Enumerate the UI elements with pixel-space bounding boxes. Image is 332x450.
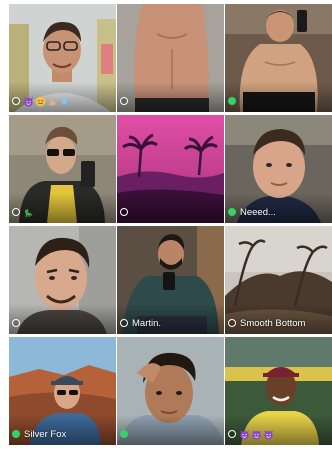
smiling-face-icon: [35, 96, 46, 107]
devil-face-icon: [239, 429, 250, 440]
profile-tile[interactable]: Martin.: [117, 226, 224, 334]
profile-caption: [12, 94, 70, 108]
caption-shade: [225, 82, 332, 112]
online-status-icon: [228, 97, 236, 105]
profile-caption: Martin.: [120, 316, 161, 330]
offline-status-icon: [228, 430, 236, 438]
profile-caption: Silver Fox: [12, 427, 66, 441]
profile-tile[interactable]: [9, 226, 116, 334]
profile-caption: [12, 205, 34, 219]
profile-tile[interactable]: Smooth Bottom: [225, 226, 332, 334]
online-status-icon: [228, 208, 236, 216]
profile-tile[interactable]: [225, 337, 332, 445]
profile-tile[interactable]: [9, 115, 116, 223]
profile-tile[interactable]: [117, 115, 224, 223]
splash-icon: [59, 96, 70, 107]
profile-display-name: Martin.: [132, 317, 162, 329]
caption-shade: [117, 193, 224, 223]
emoji-row: [23, 96, 70, 107]
caption-shade: [9, 304, 116, 334]
emoji-row: [23, 207, 34, 218]
devil-face-icon: [251, 429, 262, 440]
profile-tile[interactable]: Silver Fox: [9, 337, 116, 445]
offline-status-icon: [120, 319, 128, 327]
offline-status-icon: [12, 97, 20, 105]
profile-grid: Neeed... Martin. Smooth Bottom Silver Fo…: [9, 4, 332, 445]
caption-shade: [117, 415, 224, 445]
profile-display-name: Silver Fox: [24, 428, 67, 440]
profile-tile[interactable]: [117, 337, 224, 445]
offline-status-icon: [120, 97, 128, 105]
offline-status-icon: [120, 208, 128, 216]
profile-caption: [120, 205, 128, 219]
dinosaur-icon: [23, 207, 34, 218]
profile-tile[interactable]: [117, 4, 224, 112]
profile-caption: [120, 94, 128, 108]
profile-tile[interactable]: Neeed...: [225, 115, 332, 223]
online-status-icon: [120, 430, 128, 438]
profile-display-name: Smooth Bottom: [240, 317, 306, 329]
profile-tile[interactable]: [225, 4, 332, 112]
devil-face-icon: [263, 429, 274, 440]
offline-status-icon: [12, 319, 20, 327]
offline-status-icon: [228, 319, 236, 327]
emoji-row: [239, 429, 274, 440]
profile-caption: [228, 427, 274, 441]
profile-caption: [228, 94, 236, 108]
caption-shade: [117, 82, 224, 112]
flexed-arm-icon: [47, 96, 58, 107]
offline-status-icon: [12, 208, 20, 216]
profile-display-name: Neeed...: [240, 206, 276, 218]
profile-caption: [120, 427, 128, 441]
devil-face-icon: [23, 96, 34, 107]
profile-tile[interactable]: [9, 4, 116, 112]
profile-caption: Smooth Bottom: [228, 316, 305, 330]
profile-caption: Neeed...: [228, 205, 276, 219]
profile-caption: [12, 316, 20, 330]
online-status-icon: [12, 430, 20, 438]
